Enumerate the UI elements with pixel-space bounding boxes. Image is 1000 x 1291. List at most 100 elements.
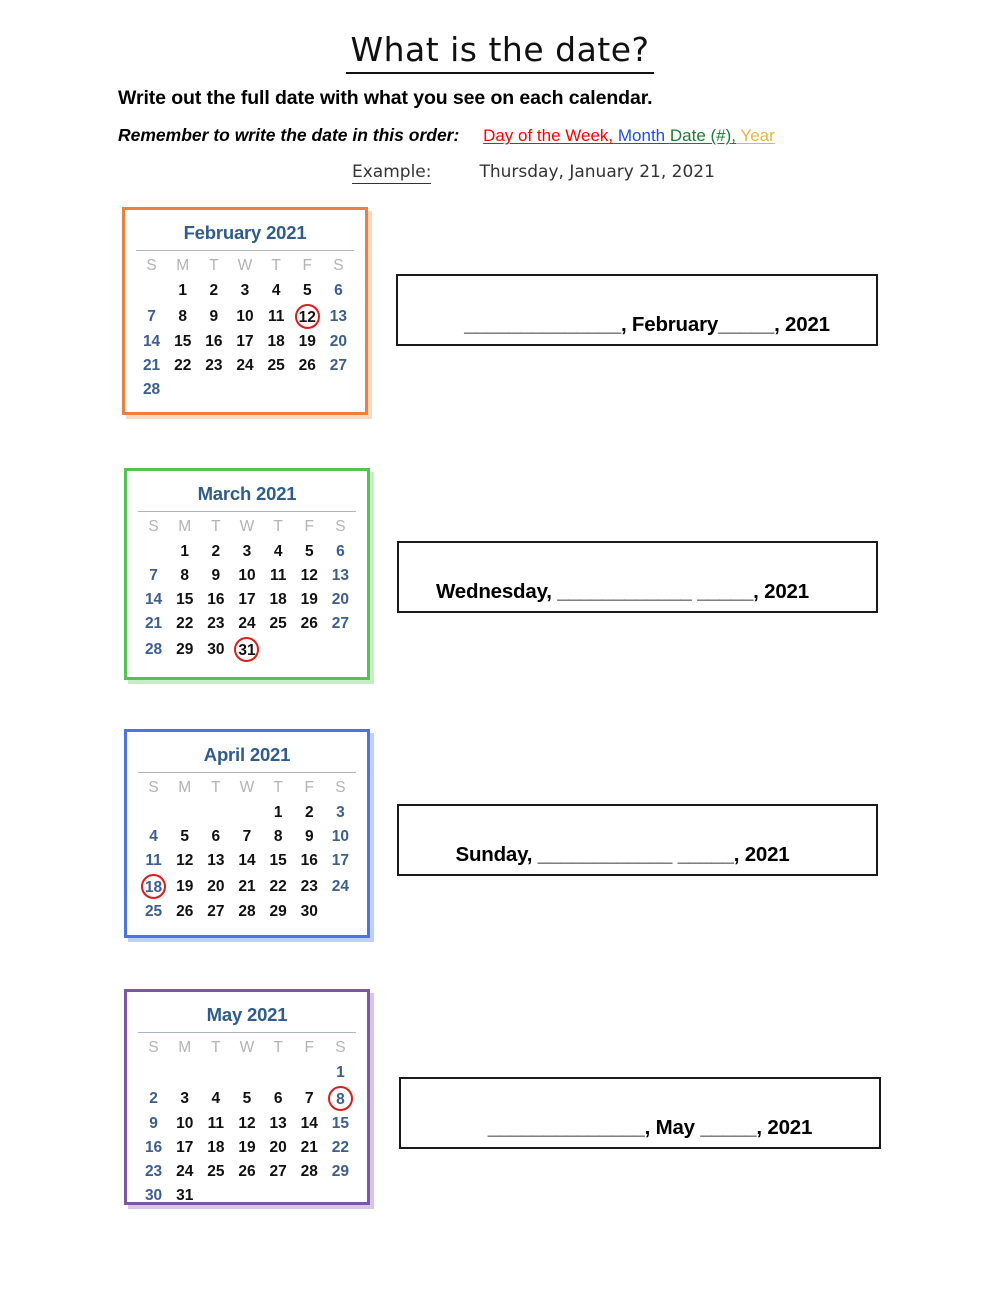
calendar-day-15: 15 bbox=[176, 591, 194, 608]
calendar-day-1: 1 bbox=[180, 543, 190, 560]
calendar-day-31: 31 bbox=[231, 636, 262, 663]
calendar-day-2: 2 bbox=[211, 543, 221, 560]
weekday-header-row: SMTWTFS bbox=[138, 776, 356, 801]
calendar-day-3: 3 bbox=[240, 282, 250, 299]
circled-date-marker: 31 bbox=[234, 637, 260, 662]
calendar-week-row: 4 5 6 7 8 9 10 bbox=[138, 825, 356, 849]
calendar-day-27: 27 bbox=[331, 615, 350, 632]
calendar-day-20: 20 bbox=[329, 333, 348, 350]
calendar-day-18: 18 bbox=[207, 1139, 225, 1156]
calendar-week-row: 16 17 18 19 20 21 22 bbox=[138, 1136, 356, 1160]
calendar-day-10: 10 bbox=[331, 828, 350, 845]
answer-text-may: ______________, May _____, 2021 bbox=[487, 1116, 813, 1139]
calendar-week-row: 7 8 9 10 11 12 13 bbox=[138, 564, 356, 588]
circled-date-marker: 12 bbox=[294, 304, 320, 329]
order-part-month: Month bbox=[613, 126, 670, 145]
calendar-day-26: 26 bbox=[298, 357, 316, 374]
calendar-day-14: 14 bbox=[238, 852, 256, 869]
weekday-header-3: W bbox=[239, 518, 255, 535]
calendar-day-empty bbox=[138, 1061, 169, 1085]
weekday-header-0: S bbox=[148, 779, 159, 796]
calendar-day-empty bbox=[325, 900, 356, 924]
example-label: Example: bbox=[352, 162, 432, 184]
calendar-day-empty bbox=[169, 1061, 200, 1085]
order-part-day-of-week: Day of the Week bbox=[483, 126, 609, 145]
calendar-week-row: 11 12 13 14 15 16 17 bbox=[138, 849, 356, 873]
calendar-day-empty bbox=[294, 636, 325, 663]
answer-text-february: ______________, February_____, 2021 bbox=[464, 313, 830, 336]
calendar-day-9: 9 bbox=[149, 1115, 158, 1132]
calendar-day-15: 15 bbox=[331, 1115, 350, 1132]
answer-text-april: Sunday, ____________ _____, 2021 bbox=[455, 843, 790, 866]
calendar-day-12: 12 bbox=[292, 303, 323, 330]
answer-box-april[interactable]: Sunday, ____________ _____, 2021 bbox=[397, 804, 878, 876]
calendar-day-26: 26 bbox=[238, 1163, 256, 1180]
weekday-header-row: SMTWTFS bbox=[138, 515, 356, 540]
answer-text-march: Wednesday, ____________ _____, 2021 bbox=[436, 580, 809, 603]
example-value: Thursday, January 21, 2021 bbox=[479, 162, 715, 182]
calendar-day-empty bbox=[323, 378, 354, 402]
calendar-day-empty bbox=[200, 801, 231, 825]
calendar-day-31: 31 bbox=[176, 1187, 194, 1204]
weekday-header-5: F bbox=[304, 779, 314, 796]
calendar-day-15: 15 bbox=[269, 852, 287, 869]
weekday-header-1: M bbox=[178, 1039, 192, 1056]
calendar-day-empty bbox=[325, 636, 356, 663]
calendar-february: February 2021 S M T W T F S 1 2 3 4 5 6 7 8 9 10 11 12 13 14… bbox=[122, 207, 368, 415]
calendar-week-row: 2 3 4 5 6 78 bbox=[138, 1085, 356, 1112]
calendar-day-empty bbox=[138, 801, 169, 825]
calendar-day-4: 4 bbox=[271, 282, 281, 299]
calendar-day-6: 6 bbox=[336, 543, 345, 560]
calendar-day-11: 11 bbox=[269, 567, 287, 584]
calendar-week-row: 30 31 bbox=[138, 1184, 356, 1208]
calendar-day-13: 13 bbox=[269, 1115, 287, 1132]
weekday-header-2: T bbox=[211, 1039, 221, 1056]
weekday-header-0: S bbox=[148, 1039, 159, 1056]
calendar-day-11: 11 bbox=[145, 852, 162, 869]
calendar-day-21: 21 bbox=[238, 877, 256, 895]
calendar-day-24: 24 bbox=[236, 357, 254, 374]
calendar-day-7: 7 bbox=[242, 828, 252, 845]
answer-box-may[interactable]: ______________, May _____, 2021 bbox=[399, 1077, 881, 1149]
calendar-day-26: 26 bbox=[300, 615, 318, 632]
answer-box-march[interactable]: Wednesday, ____________ _____, 2021 bbox=[397, 541, 878, 613]
calendar-day-13: 13 bbox=[207, 852, 225, 869]
calendar-title-april: April 2021 bbox=[203, 744, 291, 765]
calendar-day-14: 14 bbox=[142, 333, 161, 350]
weekday-header-4: T bbox=[273, 1039, 283, 1056]
calendar-day-28: 28 bbox=[300, 1163, 318, 1180]
calendar-divider bbox=[138, 1032, 356, 1033]
calendar-day-empty bbox=[231, 1184, 262, 1208]
calendar-day-21: 21 bbox=[300, 1139, 318, 1156]
calendar-day-25: 25 bbox=[269, 615, 287, 632]
calendar-day-empty bbox=[294, 1184, 325, 1208]
calendar-day-28: 28 bbox=[238, 903, 256, 920]
weekday-header-2: T bbox=[209, 257, 219, 274]
calendar-day-1: 1 bbox=[273, 804, 283, 821]
calendar-day-22: 22 bbox=[174, 357, 192, 374]
weekday-header-3: W bbox=[237, 257, 253, 274]
remember-label: Remember to write the date in this order… bbox=[118, 125, 460, 145]
worksheet-page: What is the date? Write out the full dat… bbox=[0, 0, 1000, 1291]
weekday-header-1: M bbox=[178, 779, 192, 796]
calendar-day-18: 18 bbox=[267, 333, 285, 350]
calendar-day-4: 4 bbox=[149, 828, 158, 845]
calendar-day-3: 3 bbox=[336, 804, 345, 821]
weekday-header-3: W bbox=[239, 779, 255, 796]
calendar-day-5: 5 bbox=[180, 828, 190, 845]
calendar-day-empty bbox=[292, 378, 323, 402]
calendar-week-row: 25 26 27 28 29 30 bbox=[138, 900, 356, 924]
weekday-header-3: W bbox=[239, 1039, 255, 1056]
calendar-day-22: 22 bbox=[176, 615, 194, 632]
calendar-day-22: 22 bbox=[331, 1139, 350, 1156]
calendar-week-row: 9 10 11 12 13 14 15 bbox=[138, 1112, 356, 1136]
calendar-week-row: 28 29 30 31 bbox=[138, 636, 356, 663]
calendar-day-20: 20 bbox=[269, 1139, 287, 1156]
calendar-day-6: 6 bbox=[334, 282, 343, 299]
calendar-week-row: 14 15 16 17 18 19 20 bbox=[136, 330, 354, 354]
calendar-day-11: 11 bbox=[207, 1115, 225, 1132]
answer-box-february[interactable]: ______________, February_____, 2021 bbox=[396, 274, 878, 346]
calendar-day-24: 24 bbox=[238, 615, 256, 632]
order-part-year: Year bbox=[736, 126, 775, 145]
circled-date-marker: 18 bbox=[141, 874, 167, 899]
